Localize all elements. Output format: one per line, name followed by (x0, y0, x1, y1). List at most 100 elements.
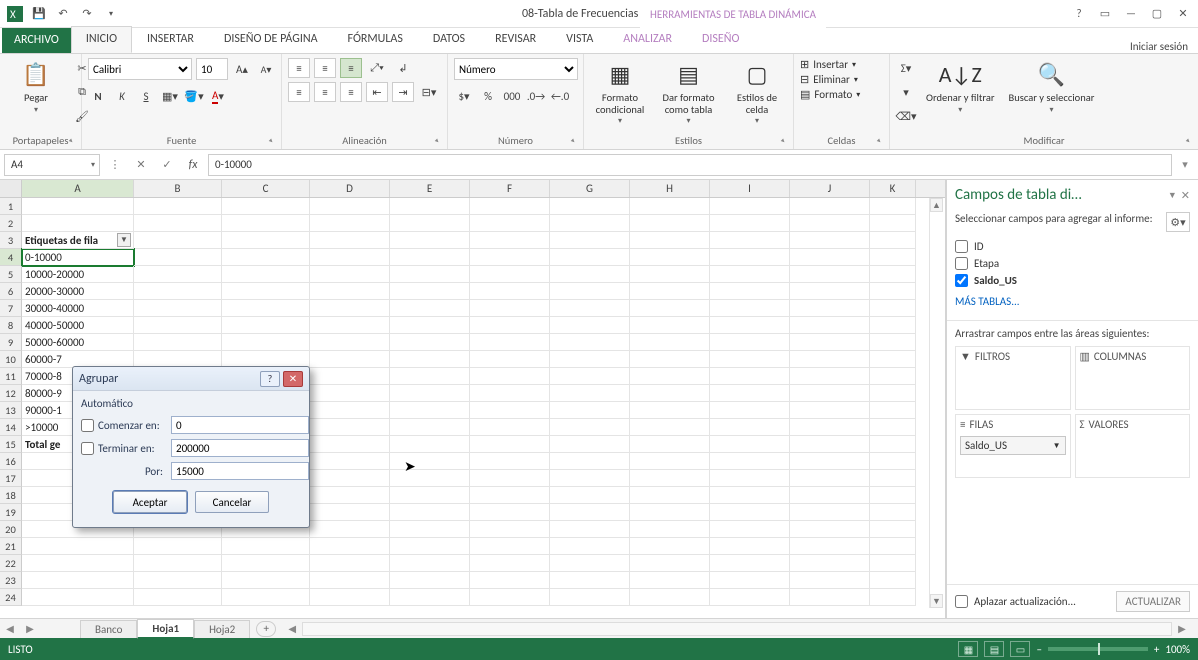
cell-F14[interactable] (470, 419, 550, 436)
autosum-icon[interactable]: Σ▾ (896, 58, 916, 78)
cell-H8[interactable] (630, 317, 710, 334)
cell-F16[interactable] (470, 453, 550, 470)
cell-G7[interactable] (550, 300, 630, 317)
tab-diseno-pagina[interactable]: DISEÑO DE PÁGINA (209, 26, 333, 53)
cell-J3[interactable] (790, 232, 870, 249)
cell-C24[interactable] (222, 589, 310, 606)
cell-K22[interactable] (870, 555, 916, 572)
cell-G18[interactable] (550, 487, 630, 504)
cell-B9[interactable] (134, 334, 222, 351)
cell-G11[interactable] (550, 368, 630, 385)
cell-I3[interactable] (710, 232, 790, 249)
cell-F17[interactable] (470, 470, 550, 487)
column-header-D[interactable]: D (310, 180, 390, 197)
row-header-22[interactable]: 22 (0, 555, 22, 572)
cell-H5[interactable] (630, 266, 710, 283)
merge-icon[interactable]: ⊟▾ (418, 82, 440, 102)
sheet-nav-prev-icon[interactable]: ◀ (0, 622, 20, 635)
cell-F4[interactable] (470, 249, 550, 266)
signin-link[interactable]: Iniciar sesión (1130, 40, 1198, 53)
cell-G1[interactable] (550, 198, 630, 215)
cell-I16[interactable] (710, 453, 790, 470)
cell-F21[interactable] (470, 538, 550, 555)
sheet-nav-next-icon[interactable]: ▶ (20, 622, 40, 635)
dialog-close-icon[interactable]: ✕ (283, 371, 303, 387)
cell-H3[interactable] (630, 232, 710, 249)
cell-I14[interactable] (710, 419, 790, 436)
align-bottom-icon[interactable]: ≡ (340, 58, 362, 78)
cell-K14[interactable] (870, 419, 916, 436)
cell-J11[interactable] (790, 368, 870, 385)
dec-decimal-icon[interactable]: ←.0 (550, 86, 570, 106)
cell-B22[interactable] (134, 555, 222, 572)
cell-D14[interactable] (310, 419, 390, 436)
clear-icon[interactable]: ⌫▾ (896, 106, 916, 126)
close-window-icon[interactable]: ✕ (1172, 5, 1194, 23)
column-header-C[interactable]: C (222, 180, 310, 197)
tab-diseno[interactable]: DISEÑO (687, 26, 754, 53)
cell-I21[interactable] (710, 538, 790, 555)
dialog-help-icon[interactable]: ? (260, 371, 280, 387)
column-header-B[interactable]: B (134, 180, 222, 197)
cell-D3[interactable] (310, 232, 390, 249)
maximize-icon[interactable]: ▢ (1146, 5, 1168, 23)
cell-J6[interactable] (790, 283, 870, 300)
column-header-J[interactable]: J (790, 180, 870, 197)
cancel-formula-icon[interactable]: ✕ (130, 154, 152, 176)
area-values[interactable]: ΣVALORES (1075, 414, 1191, 478)
font-color-icon[interactable]: A▾ (208, 86, 228, 106)
find-select-button[interactable]: 🔍 Buscar y seleccionar▾ (1005, 58, 1099, 116)
cell-H13[interactable] (630, 402, 710, 419)
cell-C23[interactable] (222, 572, 310, 589)
row-header-21[interactable]: 21 (0, 538, 22, 555)
cell-F12[interactable] (470, 385, 550, 402)
cell-D22[interactable] (310, 555, 390, 572)
cell-B6[interactable] (134, 283, 222, 300)
indent-less-icon[interactable]: ⇤ (366, 82, 388, 102)
cell-I15[interactable] (710, 436, 790, 453)
cell-J14[interactable] (790, 419, 870, 436)
cell-E17[interactable] (390, 470, 470, 487)
cell-A6[interactable]: 20000-30000 (22, 283, 134, 300)
cell-J21[interactable] (790, 538, 870, 555)
cell-K13[interactable] (870, 402, 916, 419)
cell-F6[interactable] (470, 283, 550, 300)
border-icon[interactable]: ▦▾ (160, 86, 180, 106)
cell-H22[interactable] (630, 555, 710, 572)
cell-K10[interactable] (870, 351, 916, 368)
cell-G10[interactable] (550, 351, 630, 368)
cell-J10[interactable] (790, 351, 870, 368)
cell-G22[interactable] (550, 555, 630, 572)
cell-F9[interactable] (470, 334, 550, 351)
cell-G6[interactable] (550, 283, 630, 300)
cell-E1[interactable] (390, 198, 470, 215)
cell-F1[interactable] (470, 198, 550, 215)
area-rows[interactable]: ≡FILAS Saldo_US▼ (955, 414, 1071, 478)
cell-F11[interactable] (470, 368, 550, 385)
format-cells-button[interactable]: ▤Formato▾ (800, 88, 860, 101)
tab-analizar[interactable]: ANALIZAR (608, 26, 687, 53)
column-header-G[interactable]: G (550, 180, 630, 197)
cell-E8[interactable] (390, 317, 470, 334)
cell-D10[interactable] (310, 351, 390, 368)
cell-A3[interactable]: Etiquetas de fila▼ (22, 232, 134, 249)
area-columns[interactable]: ▥COLUMNAS (1075, 346, 1191, 410)
cell-E23[interactable] (390, 572, 470, 589)
cell-F20[interactable] (470, 521, 550, 538)
tab-revisar[interactable]: REVISAR (480, 26, 551, 53)
align-right-icon[interactable]: ≡ (340, 82, 362, 102)
cell-A22[interactable] (22, 555, 134, 572)
cell-G20[interactable] (550, 521, 630, 538)
cell-A23[interactable] (22, 572, 134, 589)
cell-B23[interactable] (134, 572, 222, 589)
cell-C5[interactable] (222, 266, 310, 283)
insert-cells-button[interactable]: ⊞Insertar▾ (800, 58, 856, 71)
cell-J18[interactable] (790, 487, 870, 504)
cell-I5[interactable] (710, 266, 790, 283)
cell-K5[interactable] (870, 266, 916, 283)
cell-B7[interactable] (134, 300, 222, 317)
cell-A9[interactable]: 50000-60000 (22, 334, 134, 351)
cell-J17[interactable] (790, 470, 870, 487)
cell-G15[interactable] (550, 436, 630, 453)
cell-F24[interactable] (470, 589, 550, 606)
